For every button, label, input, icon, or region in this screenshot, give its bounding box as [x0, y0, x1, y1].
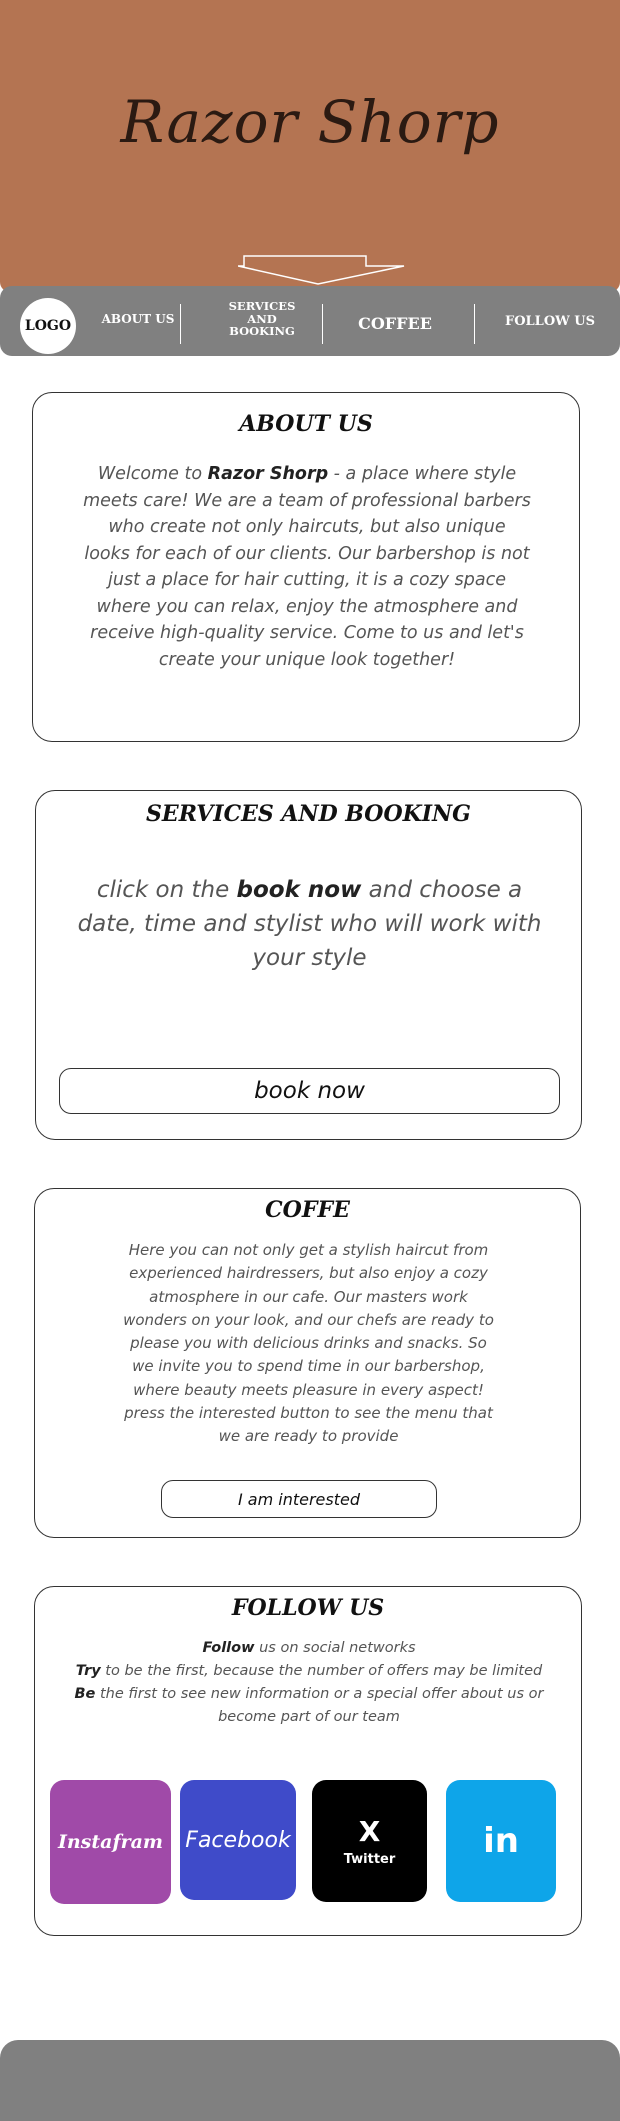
nav-coffee[interactable]: COFFEE	[340, 315, 450, 333]
coffee-card: COFFE Here you can not only get a stylis…	[34, 1188, 581, 1538]
follow-text: Follow us on social networks Try to be t…	[55, 1637, 563, 1729]
hero-banner: Razor Shorp	[0, 0, 620, 292]
about-rest: - a place where style meets care! We are…	[83, 464, 531, 670]
follow-line3-rest: the first to see new information or a sp…	[95, 1686, 544, 1725]
twitter-label: Twitter	[343, 1851, 396, 1867]
follow-line-2: Try to be the first, because the number …	[55, 1660, 563, 1683]
follow-line2-rest: to be the first, because the number of o…	[100, 1663, 543, 1679]
services-text-before: click on the	[96, 877, 237, 903]
about-us-title: ABOUT US	[239, 411, 373, 437]
about-us-text: Welcome to Razor Shorp - a place where s…	[83, 461, 531, 673]
nav-services-booking[interactable]: SERVICES AND BOOKING	[210, 300, 314, 338]
coffee-text: Here you can not only get a stylish hair…	[123, 1241, 494, 1446]
instagram-button[interactable]: Instafram	[50, 1780, 171, 1904]
follow-line-1: Follow us on social networks	[55, 1637, 563, 1660]
brand-title: Razor Shorp	[120, 88, 500, 156]
follow-line2-bold: Try	[75, 1663, 101, 1679]
services-text-bold: book now	[236, 877, 362, 903]
about-welcome: Welcome to	[97, 464, 208, 484]
nav-divider	[322, 304, 323, 344]
follow-title: FOLLOW US	[231, 1595, 385, 1621]
services-text: click on the book now and choose a date,…	[76, 873, 543, 975]
logo[interactable]: LOGO	[20, 298, 76, 354]
interested-button[interactable]: I am interested	[161, 1480, 437, 1518]
about-brand: Razor Shorp	[207, 464, 329, 484]
follow-line3-bold: Be	[74, 1686, 96, 1702]
twitter-button[interactable]: X Twitter	[312, 1780, 427, 1902]
nav-divider	[180, 304, 181, 344]
follow-line1-bold: Follow	[202, 1640, 255, 1656]
instagram-label: Instafram	[57, 1831, 164, 1853]
services-booking-card: SERVICES AND BOOKING click on the book n…	[35, 790, 582, 1140]
nav-about-us[interactable]: ABOUT US	[88, 312, 188, 326]
coffee-title: COFFE	[265, 1197, 350, 1223]
nav-follow-us[interactable]: FOLLOW US	[490, 314, 610, 329]
facebook-label: Facebook	[185, 1827, 291, 1853]
follow-line-3: Be the first to see new information or a…	[55, 1683, 563, 1729]
x-icon: X	[358, 1814, 381, 1848]
book-now-button[interactable]: book now	[59, 1068, 560, 1114]
footer	[0, 2040, 620, 2121]
follow-line1-rest: us on social networks	[254, 1640, 416, 1656]
down-arrow-icon	[238, 255, 405, 285]
nav-services-line1: SERVICES	[228, 299, 296, 313]
linkedin-icon: in	[483, 1821, 519, 1861]
linkedin-button[interactable]: in	[446, 1780, 556, 1902]
nav-divider	[474, 304, 475, 344]
services-title: SERVICES AND BOOKING	[146, 801, 471, 827]
facebook-button[interactable]: Facebook	[180, 1780, 296, 1900]
nav-services-line3: BOOKING	[229, 324, 295, 339]
about-us-card: ABOUT US Welcome to Razor Shorp - a plac…	[32, 392, 580, 742]
